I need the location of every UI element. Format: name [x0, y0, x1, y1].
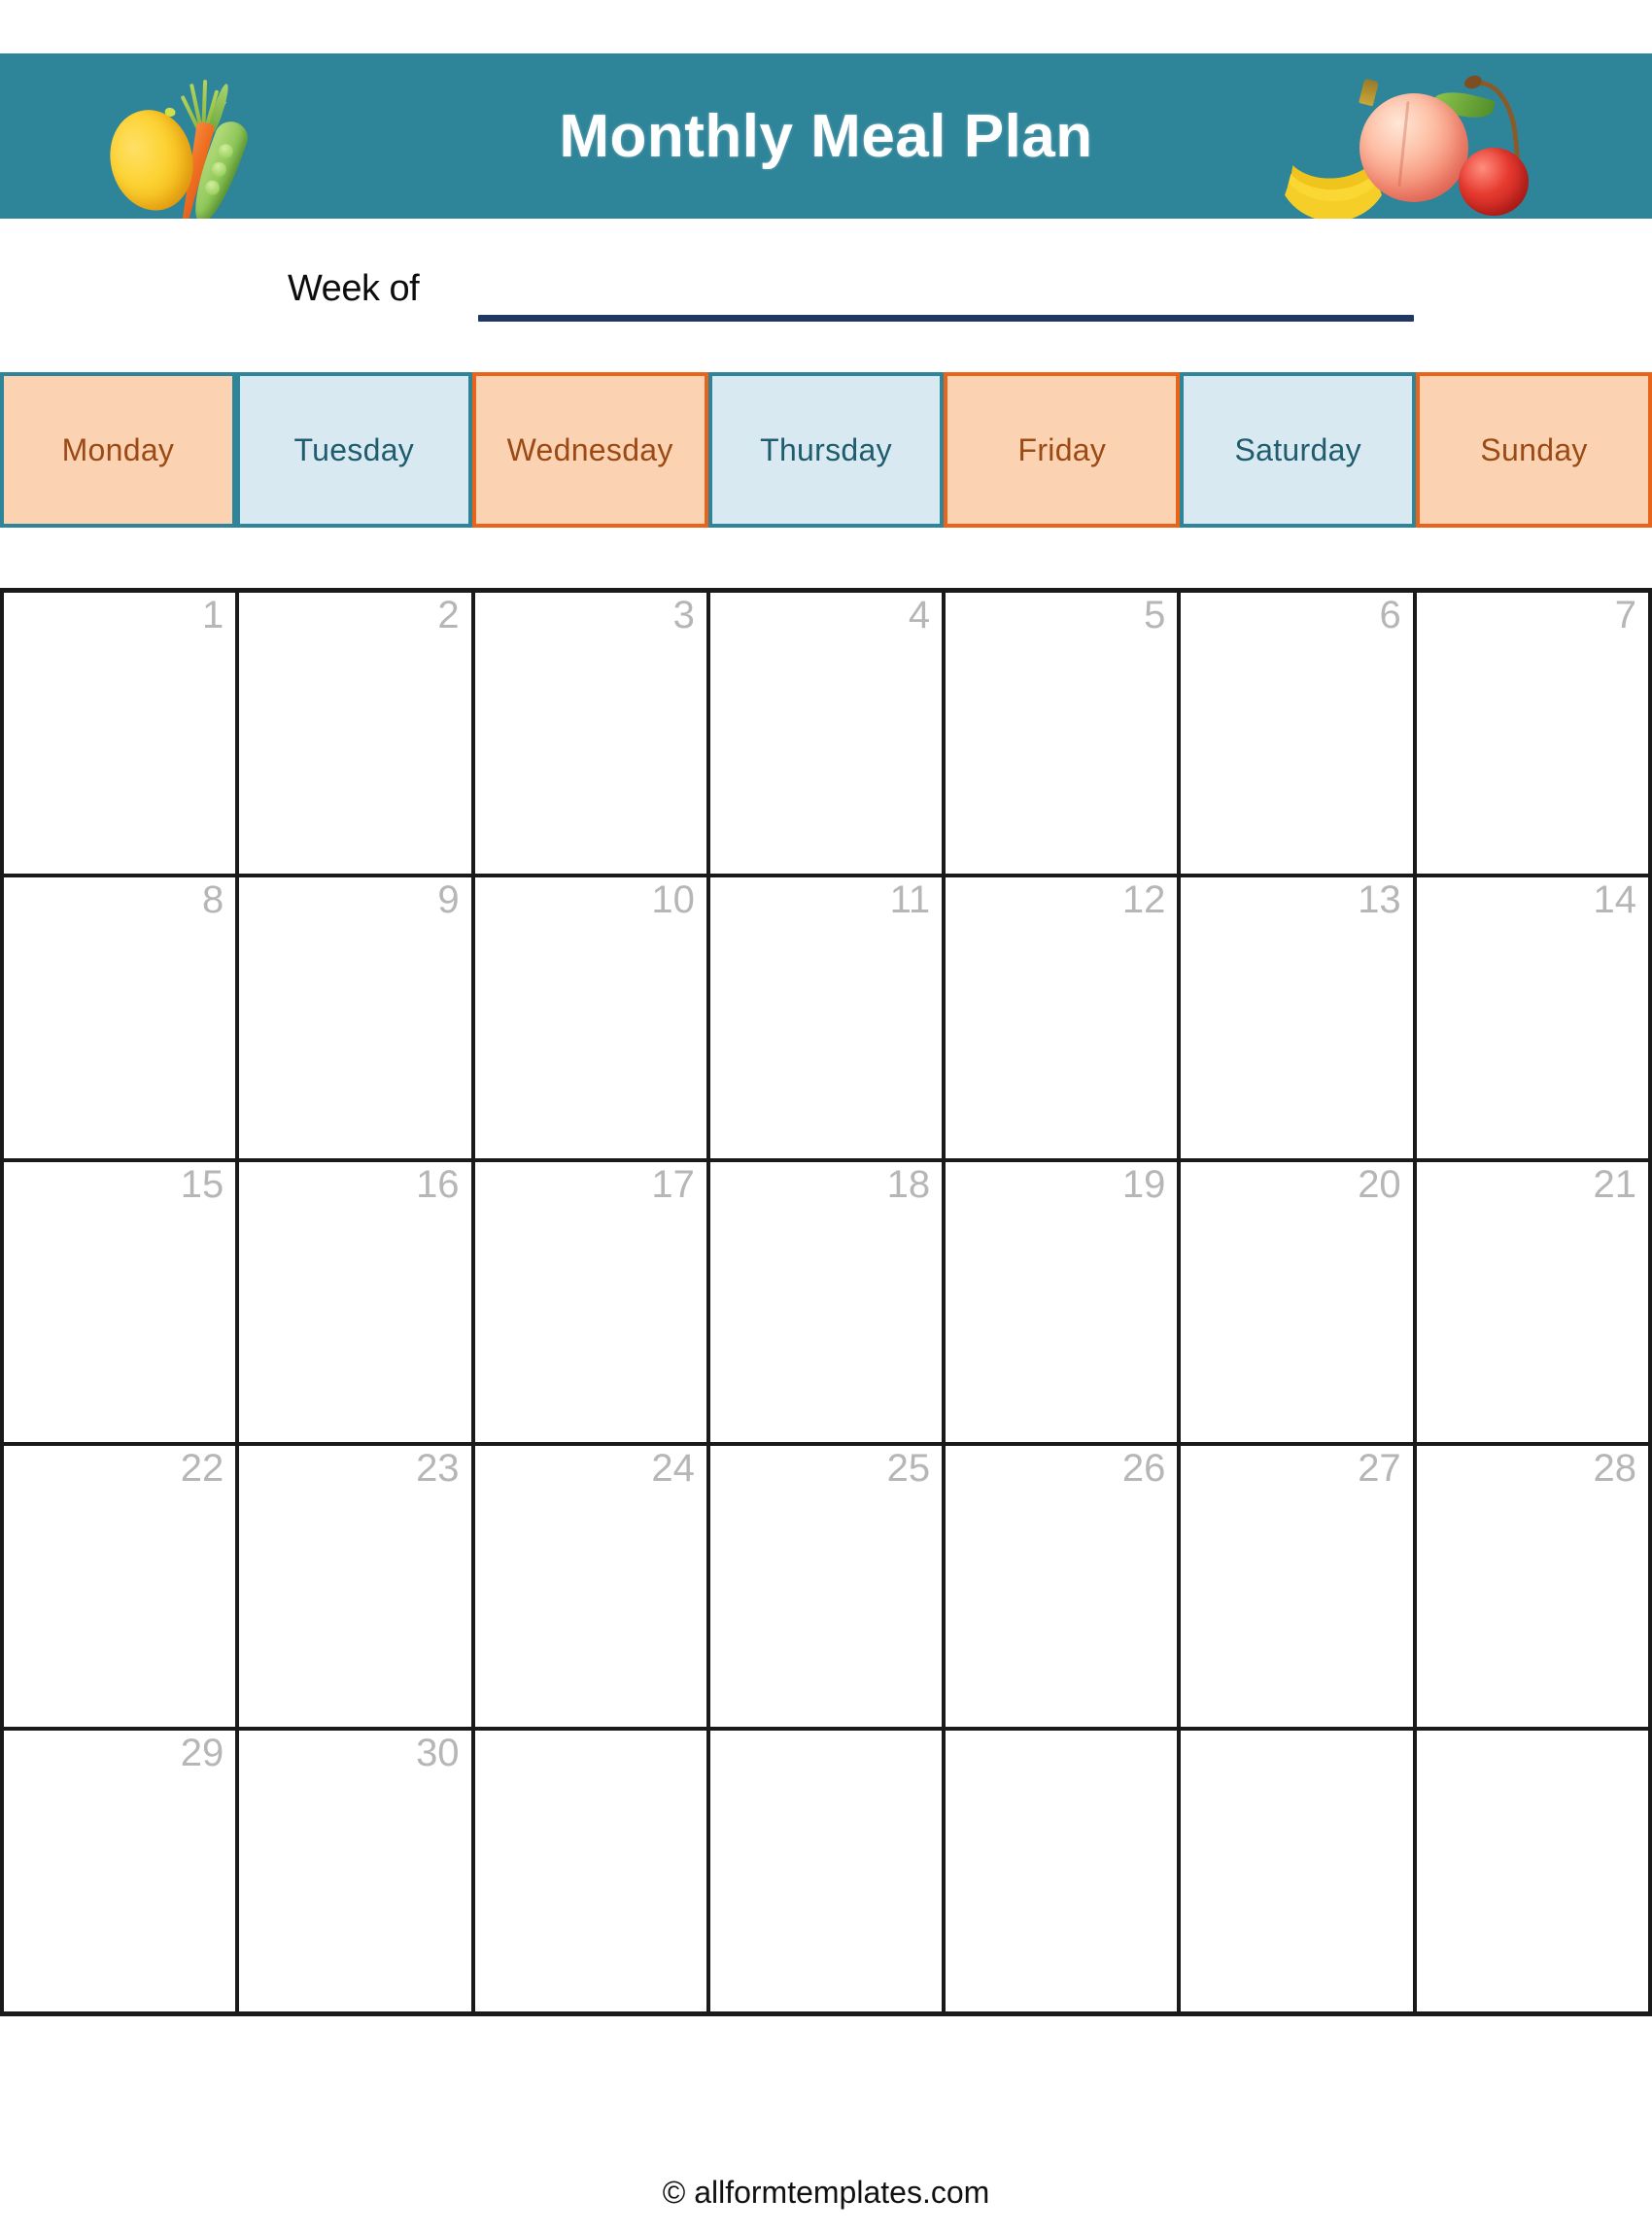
day-number: 30: [416, 1732, 460, 1775]
day-number: 18: [886, 1162, 931, 1206]
calendar-day-cell[interactable]: 23: [239, 1446, 475, 1728]
day-header-tuesday: Tuesday: [235, 372, 472, 528]
calendar-day-cell[interactable]: 30: [239, 1731, 475, 2011]
calendar-day-cell[interactable]: 24: [475, 1446, 710, 1728]
calendar-day-cell[interactable]: [475, 1731, 710, 2011]
calendar-day-cell[interactable]: 2: [239, 593, 475, 874]
calendar-day-cell[interactable]: 27: [1181, 1446, 1417, 1728]
day-number: 1: [202, 594, 224, 636]
day-header-label: Thursday: [760, 431, 892, 467]
day-header-label: Friday: [1017, 431, 1107, 467]
peach-icon: [1359, 93, 1468, 202]
day-header-thursday: Thursday: [707, 372, 945, 528]
day-number: 9: [437, 877, 460, 921]
day-number: 23: [416, 1447, 460, 1491]
produce-right-cluster: [1275, 58, 1531, 219]
day-number: 8: [202, 877, 224, 921]
calendar-grid: 1 2 3 4 5 6 7 8 9 10 11 12 13 14 15 16 1…: [0, 588, 1652, 2016]
calendar-day-cell[interactable]: 1: [4, 593, 240, 874]
day-number: 27: [1358, 1447, 1401, 1491]
day-header-label: Sunday: [1480, 431, 1588, 467]
week-of-label: Week of: [288, 268, 420, 309]
day-header-monday: Monday: [0, 372, 236, 528]
day-header-row: Monday Tuesday Wednesday Thursday Friday…: [0, 372, 1652, 528]
day-number: 14: [1593, 877, 1636, 921]
cherry-icon: [1459, 148, 1529, 216]
day-number: 24: [651, 1447, 695, 1491]
calendar-day-cell[interactable]: 6: [1181, 593, 1417, 874]
day-number: 4: [908, 594, 931, 636]
calendar-day-cell[interactable]: [710, 1731, 946, 2011]
calendar-day-cell[interactable]: 17: [475, 1161, 710, 1443]
day-header-label: Monday: [61, 431, 175, 467]
calendar-day-cell[interactable]: 13: [1181, 876, 1417, 1158]
calendar-day-cell[interactable]: [1417, 1731, 1648, 2011]
day-number: 20: [1358, 1162, 1401, 1206]
calendar-day-cell[interactable]: 9: [239, 876, 475, 1158]
calendar-day-cell[interactable]: [946, 1731, 1182, 2011]
day-header-label: Wednesday: [506, 431, 673, 467]
calendar-week-row: 15 16 17 18 19 20 21: [4, 1161, 1648, 1447]
day-number: 10: [651, 877, 695, 921]
calendar-week-row: 22 23 24 25 26 27 28: [4, 1446, 1648, 1732]
calendar-day-cell[interactable]: 16: [239, 1161, 475, 1443]
day-header-label: Tuesday: [293, 431, 415, 467]
week-of-row: Week of: [0, 268, 1652, 332]
calendar-day-cell[interactable]: 7: [1417, 593, 1648, 874]
calendar-day-cell[interactable]: 3: [475, 593, 710, 874]
day-number: 13: [1358, 877, 1401, 921]
day-number: 17: [651, 1162, 695, 1206]
day-number: 2: [437, 594, 460, 636]
day-number: 15: [180, 1162, 224, 1206]
day-number: 3: [672, 594, 695, 636]
calendar-day-cell[interactable]: 28: [1417, 1446, 1648, 1727]
day-number: 25: [886, 1447, 931, 1491]
week-of-input-line[interactable]: [478, 315, 1414, 322]
calendar-week-row: 8 9 10 11 12 13 14: [4, 876, 1648, 1162]
day-number: 5: [1144, 594, 1166, 636]
day-header-saturday: Saturday: [1180, 372, 1417, 528]
calendar-day-cell[interactable]: 29: [4, 1731, 240, 2011]
calendar-day-cell[interactable]: 21: [1417, 1162, 1648, 1443]
calendar-day-cell[interactable]: 10: [475, 876, 710, 1158]
calendar-week-row: 1 2 3 4 5 6 7: [4, 593, 1648, 877]
calendar-day-cell[interactable]: 25: [710, 1446, 946, 1728]
header-banner: Monthly Meal Plan: [0, 53, 1652, 219]
day-number: 16: [416, 1162, 460, 1206]
calendar-day-cell[interactable]: 18: [710, 1161, 946, 1443]
day-number: 26: [1121, 1447, 1166, 1491]
day-header-friday: Friday: [944, 372, 1181, 528]
day-header-wednesday: Wednesday: [471, 372, 708, 528]
calendar-day-cell[interactable]: 22: [4, 1446, 240, 1728]
calendar-day-cell[interactable]: 14: [1417, 877, 1648, 1158]
footer-copyright: © allformtemplates.com: [662, 2175, 990, 2210]
calendar-day-cell[interactable]: 20: [1181, 1161, 1417, 1443]
calendar-day-cell[interactable]: 8: [4, 876, 240, 1158]
calendar-day-cell[interactable]: 12: [946, 876, 1182, 1158]
calendar-day-cell[interactable]: 15: [4, 1161, 240, 1443]
calendar-day-cell[interactable]: 26: [946, 1446, 1182, 1728]
calendar-day-cell[interactable]: 11: [710, 876, 946, 1158]
day-number: 21: [1593, 1162, 1636, 1206]
calendar-day-cell[interactable]: 19: [946, 1161, 1182, 1443]
day-number: 12: [1121, 877, 1166, 921]
day-number: 22: [180, 1447, 224, 1491]
calendar-day-cell[interactable]: 5: [946, 593, 1182, 874]
day-number: 29: [180, 1732, 224, 1775]
day-header-label: Saturday: [1234, 431, 1361, 467]
day-number: 11: [889, 877, 931, 921]
day-number: 28: [1593, 1447, 1636, 1491]
day-number: 19: [1121, 1162, 1166, 1206]
day-number: 6: [1379, 594, 1401, 636]
day-header-sunday: Sunday: [1416, 372, 1652, 528]
calendar-day-cell[interactable]: [1181, 1731, 1417, 2011]
day-number: 7: [1614, 594, 1636, 636]
calendar-day-cell[interactable]: 4: [710, 593, 946, 874]
calendar-week-row: 29 30: [4, 1731, 1648, 2011]
